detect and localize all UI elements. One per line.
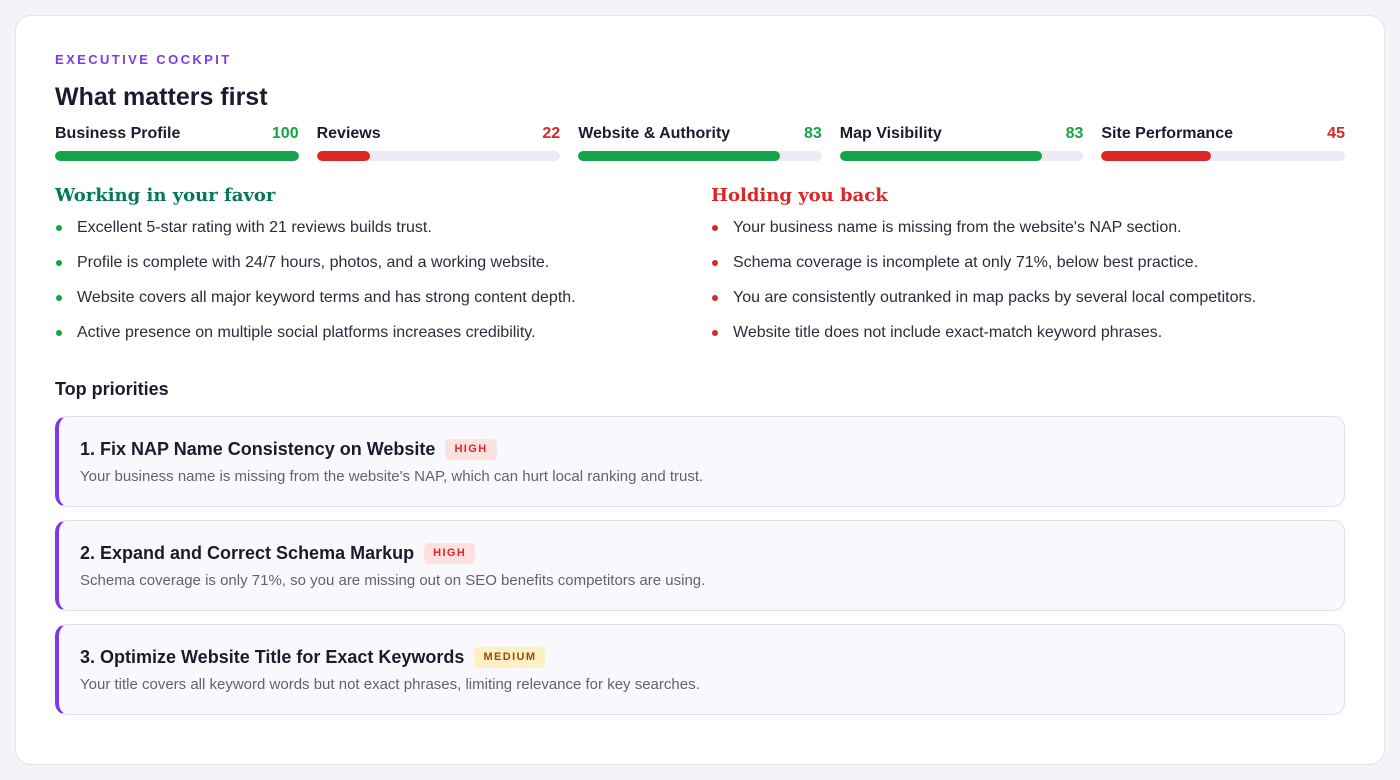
metric-progress-bar [316,151,561,161]
priority-description: Your title covers all keyword words but … [80,676,700,693]
metric-progress-bar [1101,151,1345,161]
priority-badge: HIGH [424,542,476,564]
metric-progress-fill [55,151,299,161]
metric-label: Reviews [316,125,381,142]
list-item-text: Active presence on multiple social platf… [77,324,536,341]
metric-progress-bar [55,151,299,161]
metric-label: Business Profile [55,125,181,142]
list-item-text: Profile is complete with 24/7 hours, pho… [77,254,550,271]
metric-progress-bar [578,151,822,161]
metrics-row: Business Profile 100 Reviews 22 Website … [55,124,1345,161]
list-item-text: Website covers all major keyword terms a… [77,289,576,306]
priority-description: Your business name is missing from the w… [80,468,704,485]
list-item-text: Schema coverage is incomplete at only 71… [733,254,1199,271]
insights-columns: Working in your favor Excellent 5-star r… [55,185,1345,356]
metric-progress-fill [839,151,1042,161]
favor-heading: Working in your favor [55,185,276,206]
priority-description: Schema coverage is only 71%, so you are … [80,572,706,589]
metric-score: 100 [271,125,299,142]
top-priorities-heading: Top priorities [55,379,169,399]
metric-score: 22 [542,125,561,142]
list-item: Excellent 5-star rating with 21 reviews … [55,216,711,251]
priority-title: 2. Expand and Correct Schema Markup [80,542,415,563]
eyebrow-label: EXECUTIVE COCKPIT [55,52,232,67]
list-item: Active presence on multiple social platf… [55,321,711,356]
priority-card[interactable]: 3. Optimize Website Title for Exact Keyw… [55,624,1345,715]
favor-list: Excellent 5-star rating with 21 reviews … [55,216,711,356]
list-item: Schema coverage is incomplete at only 71… [711,251,1345,286]
metric-progress-fill [578,151,781,161]
working-in-your-favor-section: Working in your favor Excellent 5-star r… [55,185,711,356]
page-title: What matters first [55,83,268,111]
holding-you-back-section: Holding you back Your business name is m… [711,185,1345,356]
list-item-text: Excellent 5-star rating with 21 reviews … [77,219,432,236]
priority-card[interactable]: 2. Expand and Correct Schema Markup HIGH… [55,520,1345,611]
metric-map-visibility: Map Visibility 83 [839,124,1084,161]
priority-title: 3. Optimize Website Title for Exact Keyw… [80,646,465,667]
priorities-list: 1. Fix NAP Name Consistency on Website H… [55,416,1345,715]
metric-label: Website & Authority [578,125,731,142]
bullet-dot-icon [56,260,62,266]
bullet-dot-icon [56,330,62,336]
metric-site-performance: Site Performance 45 [1101,124,1345,161]
bullet-dot-icon [712,295,718,301]
metric-website-authority: Website & Authority 83 [578,124,822,161]
metric-label: Site Performance [1101,125,1233,142]
list-item: Website title does not include exact-mat… [711,321,1345,356]
holding-back-list: Your business name is missing from the w… [711,216,1345,356]
list-item: Website covers all major keyword terms a… [55,286,711,321]
bullet-dot-icon [712,330,718,336]
bullet-dot-icon [56,295,62,301]
list-item: Your business name is missing from the w… [711,216,1345,251]
priority-card[interactable]: 1. Fix NAP Name Consistency on Website H… [55,416,1345,507]
holding-back-heading: Holding you back [711,185,888,206]
list-item-text: You are consistently outranked in map pa… [733,289,1257,306]
metric-progress-fill [1101,151,1211,161]
metric-score: 83 [1065,125,1084,142]
priority-title: 1. Fix NAP Name Consistency on Website [80,438,436,459]
metric-score: 45 [1327,125,1345,142]
priority-badge: MEDIUM [474,646,546,668]
list-item-text: Your business name is missing from the w… [733,219,1182,236]
metric-business-profile: Business Profile 100 [55,124,299,161]
metric-reviews: Reviews 22 [316,124,561,161]
list-item-text: Website title does not include exact-mat… [733,324,1163,341]
priority-badge: HIGH [445,438,497,460]
list-item: Profile is complete with 24/7 hours, pho… [55,251,711,286]
executive-cockpit-card: EXECUTIVE COCKPIT What matters first Bus… [15,15,1385,765]
bullet-dot-icon [712,225,718,231]
metric-score: 83 [803,125,822,142]
metric-label: Map Visibility [839,125,942,142]
bullet-dot-icon [712,260,718,266]
bullet-dot-icon [56,225,62,231]
metric-progress-bar [839,151,1084,161]
metric-progress-fill [316,151,371,161]
list-item: You are consistently outranked in map pa… [711,286,1345,321]
